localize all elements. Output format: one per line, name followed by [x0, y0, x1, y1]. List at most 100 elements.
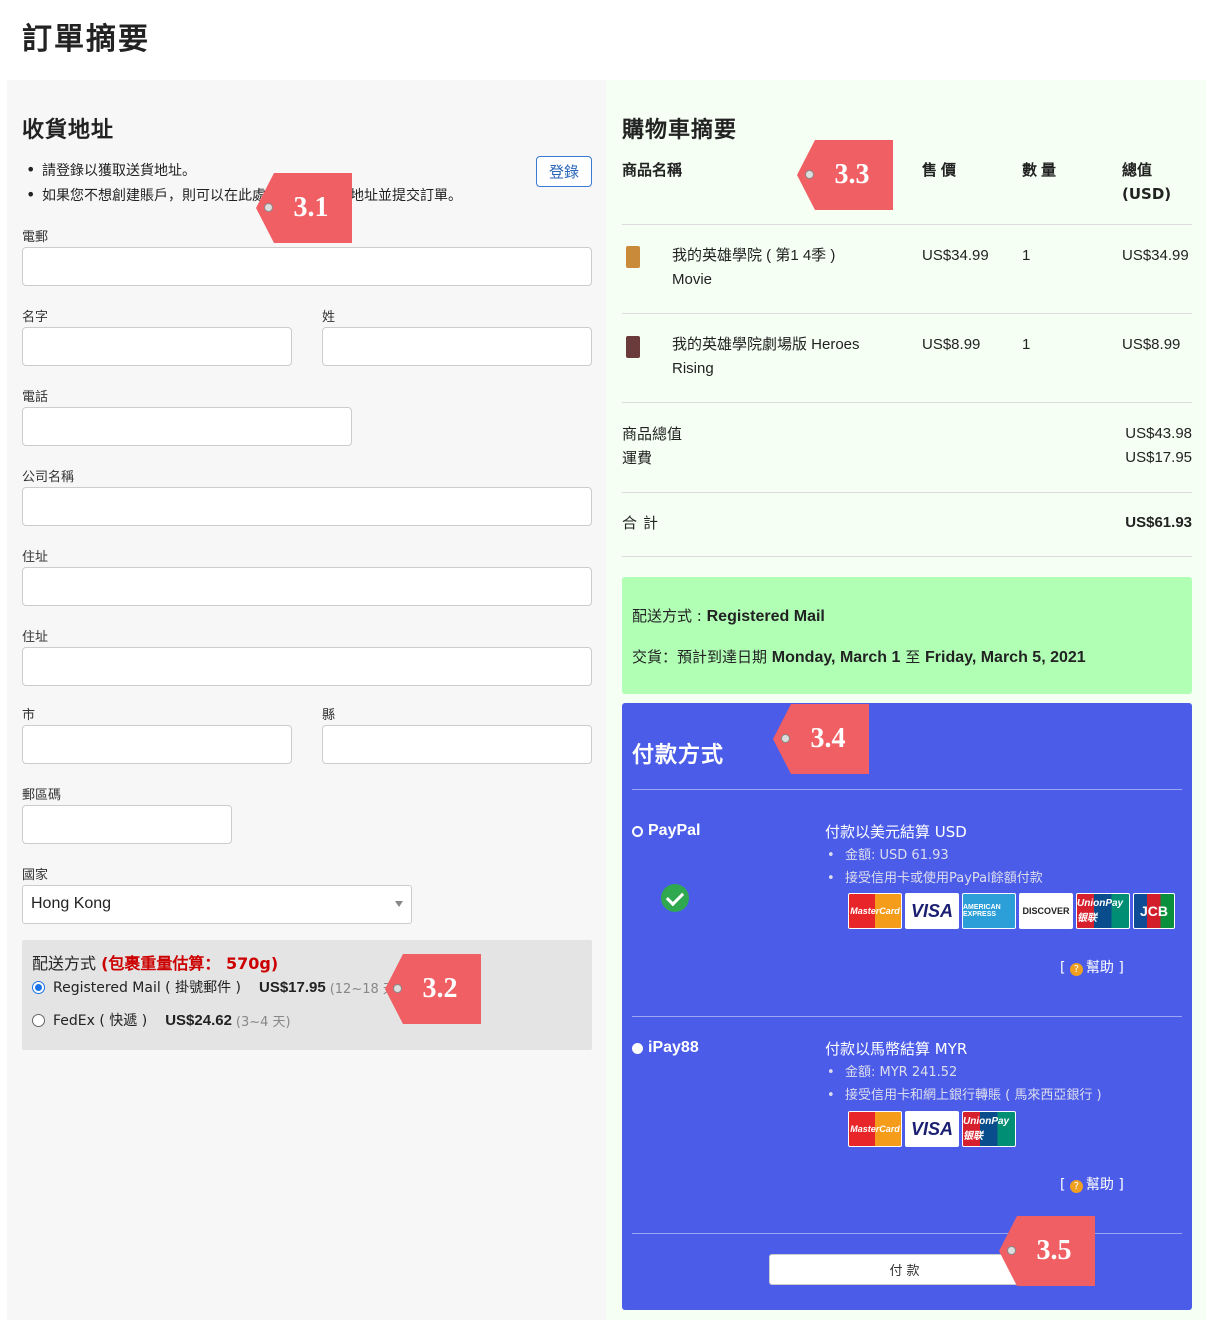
- last-name-field[interactable]: [322, 327, 592, 366]
- ipay88-card-logos: MasterCard VISA UnionPay 银联: [848, 1111, 1016, 1147]
- item-name[interactable]: 我的英雄學院 ( 第1 4季 ): [672, 244, 835, 268]
- cart-heading: 購物車摘要: [622, 118, 738, 143]
- item-qty: 1: [1022, 336, 1031, 353]
- option-label: FedEx ( 快遞 ): [53, 1013, 148, 1029]
- delivery-eta-line: 交貨：預計到達日期 Monday, March 1 至 Friday, Marc…: [632, 646, 1086, 667]
- radio-fedex[interactable]: [32, 1013, 45, 1027]
- shipping-fee-value: US$17.95: [1125, 449, 1192, 466]
- country-label: 國家: [22, 868, 49, 883]
- payment-method-box: 付款方式 PayPal 付款以美元結算 USD 金額: USD 61.93 接受…: [622, 703, 1192, 1310]
- unionpay-logo: UnionPay 银联: [1076, 893, 1130, 929]
- delivery-eta-label: 交貨：預計到達日期: [632, 648, 768, 666]
- discover-logo: DISCOVER: [1019, 893, 1073, 929]
- ipay88-details: 金額: MYR 241.52 接受信用卡和網上銀行轉賬 ( 馬來西亞銀行 ): [827, 1061, 1102, 1107]
- postcode-label: 郵區碼: [22, 788, 62, 803]
- divider: [622, 402, 1192, 403]
- address1-field[interactable]: [22, 567, 592, 606]
- col-total-currency: (USD): [1122, 185, 1172, 203]
- shipping-option-fedex[interactable]: FedEx ( 快遞 ) US$24.62 (3~4 天): [32, 1010, 291, 1030]
- paypal-label: PayPal: [648, 822, 701, 839]
- paypal-note: 接受信用卡或使用PayPal餘額付款: [827, 867, 1043, 890]
- shipping-option-registered[interactable]: Registered Mail ( 掛號郵件 ) US$17.95 (12~18…: [32, 977, 401, 997]
- chevron-down-icon: [395, 901, 403, 907]
- question-icon: ?: [1069, 1180, 1083, 1193]
- paypal-amount: 金額: USD 61.93: [827, 844, 1043, 867]
- city-field[interactable]: [22, 725, 292, 764]
- payment-heading: 付款方式: [632, 743, 725, 768]
- item-name-2[interactable]: Movie: [672, 268, 712, 292]
- item-name-2[interactable]: Rising: [672, 357, 714, 381]
- radio-paypal[interactable]: [632, 825, 643, 837]
- paypal-details: 金額: USD 61.93 接受信用卡或使用PayPal餘額付款: [827, 844, 1043, 890]
- first-name-field[interactable]: [22, 327, 292, 366]
- grand-total-value: US$61.93: [1125, 514, 1192, 531]
- visa-logo: VISA: [905, 1111, 959, 1147]
- item-total: US$8.99: [1122, 336, 1181, 353]
- divider: [622, 224, 1192, 225]
- delivery-eta-to: Friday, March 5, 2021: [925, 649, 1086, 666]
- divider: [622, 313, 1192, 314]
- unionpay-logo: UnionPay 银联: [962, 1111, 1016, 1147]
- county-label: 縣: [322, 708, 336, 723]
- tag-hole-icon: [264, 203, 273, 212]
- company-field[interactable]: [22, 487, 592, 526]
- delivery-eta-from: Monday, March 1: [771, 649, 901, 666]
- address2-field[interactable]: [22, 647, 592, 686]
- mastercard-logo: MasterCard: [848, 1111, 902, 1147]
- ipay88-option[interactable]: iPay88: [632, 1039, 699, 1057]
- tag-hole-icon: [781, 734, 790, 743]
- divider: [632, 1016, 1182, 1017]
- address-heading: 收貨地址: [22, 118, 115, 143]
- delivery-eta-to-word: 至: [905, 648, 921, 666]
- ipay88-label: iPay88: [648, 1039, 699, 1056]
- shipping-method-title: 配送方式 (包裹重量估算： 570g): [32, 950, 278, 974]
- paypal-desc: 付款以美元結算 USD: [825, 823, 967, 841]
- shipping-fee-label: 運費: [622, 449, 653, 467]
- product-thumbnail[interactable]: [626, 336, 640, 358]
- help-label: 幫助: [1085, 1177, 1114, 1193]
- divider: [632, 1233, 1182, 1234]
- product-thumbnail[interactable]: [626, 246, 640, 268]
- paypal-option[interactable]: PayPal: [632, 822, 700, 840]
- paypal-card-logos: MasterCard VISA AMERICAN EXPRESS DISCOVE…: [848, 893, 1175, 929]
- last-name-label: 姓: [322, 310, 336, 325]
- divider: [622, 492, 1192, 493]
- login-button[interactable]: 登錄: [536, 156, 592, 187]
- subtotal-value: US$43.98: [1125, 425, 1192, 442]
- pay-button[interactable]: 付款: [769, 1254, 1044, 1285]
- company-label: 公司名稱: [22, 470, 75, 485]
- note-login: 請登錄以獲取送貨地址。: [26, 158, 462, 183]
- delivery-method-value: Registered Mail: [706, 608, 825, 625]
- shipping-method-box: 配送方式 (包裹重量估算： 570g) Registered Mail ( 掛號…: [22, 940, 592, 1050]
- email-label: 電郵: [22, 230, 49, 245]
- radio-registered[interactable]: [32, 980, 45, 994]
- col-qty: 數量: [1022, 161, 1061, 179]
- address1-label: 住址: [22, 550, 49, 565]
- county-field[interactable]: [322, 725, 592, 764]
- item-total: US$34.99: [1122, 247, 1189, 264]
- weight-estimate: (包裹重量估算： 570g): [101, 954, 279, 973]
- tag-hole-icon: [393, 984, 402, 993]
- col-total: 總值: [1122, 161, 1153, 179]
- option-label: Registered Mail ( 掛號郵件 ): [53, 980, 241, 996]
- visa-logo: VISA: [905, 893, 959, 929]
- country-select[interactable]: Hong Kong: [22, 885, 412, 924]
- shipping-title-text: 配送方式: [32, 954, 97, 973]
- item-name[interactable]: 我的英雄學院劇場版 Heroes: [672, 333, 860, 357]
- radio-ipay88[interactable]: [632, 1042, 643, 1054]
- item-qty: 1: [1022, 247, 1031, 264]
- amex-logo: AMERICAN EXPRESS: [962, 893, 1016, 929]
- ipay88-help-link[interactable]: [ ? 幫助 ]: [1060, 1174, 1124, 1194]
- paypal-help-link[interactable]: [ ? 幫助 ]: [1060, 957, 1124, 977]
- page-title: 訂單摘要: [22, 22, 150, 57]
- postcode-field[interactable]: [22, 805, 232, 844]
- email-field[interactable]: [22, 247, 592, 286]
- mastercard-logo: MasterCard: [848, 893, 902, 929]
- delivery-info-box: 配送方式 : Registered Mail 交貨：預計到達日期 Monday,…: [622, 577, 1192, 694]
- phone-field[interactable]: [22, 407, 352, 446]
- country-value: Hong Kong: [31, 895, 112, 912]
- col-name: 商品名稱: [622, 161, 683, 179]
- help-label: 幫助: [1085, 960, 1114, 976]
- option-price: US$17.95: [259, 978, 326, 996]
- jcb-logo: JCB: [1133, 893, 1175, 929]
